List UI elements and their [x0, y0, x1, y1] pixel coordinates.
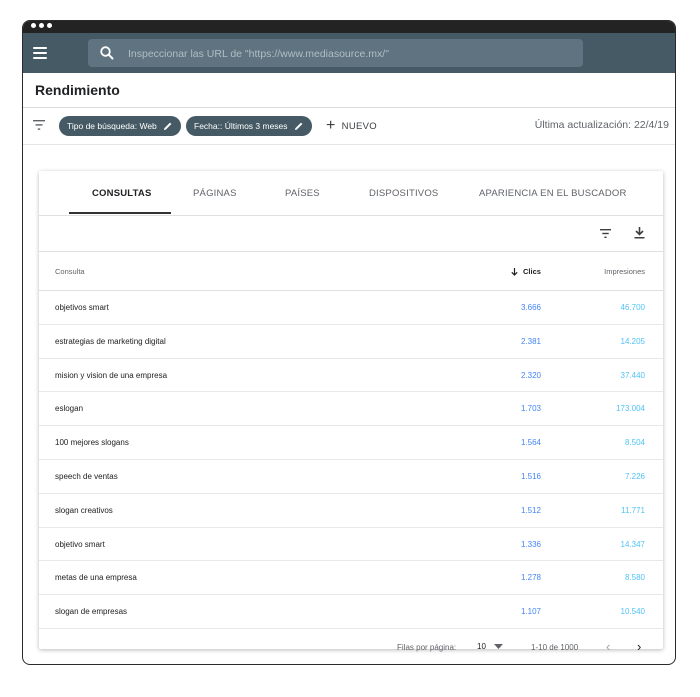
new-filter-label: NUEVO — [341, 120, 377, 132]
table-row[interactable]: eslogan 1.703 173.004 — [39, 392, 663, 427]
impressions-cell: 37.440 — [620, 370, 645, 380]
table-row[interactable]: slogan creativos 1.512 11.771 — [39, 494, 663, 528]
url-inspection-search[interactable] — [88, 39, 583, 69]
chip-label: Tipo de búsqueda: Web — [67, 121, 157, 131]
table-row[interactable]: mision y vision de una empresa 2.320 37.44… — [39, 359, 663, 393]
impressions-cell: 11.771 — [621, 505, 645, 515]
table-row[interactable]: 100 mejores slogans 1.564 8.504 — [39, 426, 663, 460]
window-dot[interactable] — [39, 23, 44, 28]
menu-icon[interactable] — [33, 47, 47, 59]
page-range: 1-10 de 1000 — [531, 642, 579, 652]
clicks-cell: 1.703 — [520, 404, 541, 414]
date-range-chip[interactable]: Fecha:: Últimos 3 meses — [186, 116, 312, 136]
table-header: Consulta Clics Impresiones — [39, 252, 663, 291]
clicks-cell: 2.320 — [520, 370, 541, 380]
last-updated: Última actualización: 22/4/19 — [534, 119, 669, 131]
clicks-cell: 1.278 — [520, 573, 541, 583]
chip-label: Fecha:: Últimos 3 meses — [194, 121, 288, 131]
search-input[interactable] — [126, 39, 570, 69]
impressions-cell: 8.504 — [624, 438, 645, 448]
query-cell: 100 mejores slogans — [55, 438, 129, 448]
search-icon — [100, 46, 114, 60]
plus-icon: + — [326, 117, 336, 134]
column-header-query[interactable]: Consulta — [55, 267, 85, 276]
performance-table-card: CONSULTAS PÁGINAS PAÍSES DISPOSITIVOS AP… — [39, 171, 663, 654]
clicks-cell: 1.512 — [520, 505, 541, 515]
clicks-cell: 2.381 — [520, 336, 541, 346]
table-row[interactable]: slogan de empresas 1.107 10.540 — [39, 595, 663, 629]
pencil-icon — [163, 122, 172, 130]
impressions-cell: 173.004 — [616, 404, 645, 414]
new-filter-button[interactable]: + NUEVO — [326, 116, 377, 136]
query-cell: slogan de empresas — [55, 607, 128, 617]
download-icon[interactable] — [634, 227, 645, 239]
tab-search-appearance[interactable]: APARIENCIA EN EL BUSCADOR — [479, 188, 627, 199]
column-header-impressions[interactable]: Impresiones — [604, 267, 645, 276]
table-toolbar — [39, 216, 663, 252]
rows-per-page-select[interactable]: 10 — [477, 642, 503, 651]
query-cell: slogan creativos — [55, 505, 113, 515]
filter-bar: Tipo de búsqueda: Web Fecha:: Últimos 3 … — [23, 108, 675, 145]
dimension-tabs: CONSULTAS PÁGINAS PAÍSES DISPOSITIVOS AP… — [39, 171, 663, 216]
impressions-cell: 7.226 — [624, 471, 645, 481]
impressions-cell: 10.540 — [620, 607, 645, 617]
impressions-cell: 14.205 — [620, 336, 645, 346]
impressions-cell: 8.580 — [624, 573, 645, 583]
clicks-cell: 1.107 — [520, 607, 541, 617]
impressions-cell: 46.700 — [620, 303, 645, 312]
tab-countries[interactable]: PAÍSES — [285, 188, 320, 199]
window-controls — [31, 23, 52, 28]
table-row[interactable]: speech de ventas 1.516 7.226 — [39, 460, 663, 494]
clicks-cell: 1.564 — [520, 438, 541, 448]
previous-page-icon[interactable]: ‹ — [606, 639, 610, 654]
pencil-icon — [294, 122, 302, 130]
table-row[interactable]: metas de una empresa 1.278 8.580 — [39, 561, 663, 596]
query-cell: objetivo smart — [55, 539, 105, 549]
search-type-chip[interactable]: Tipo de búsqueda: Web — [59, 116, 181, 136]
clicks-cell: 1.336 — [520, 539, 541, 549]
filter-rows-icon[interactable] — [600, 229, 611, 238]
table-row[interactable]: objetivo smart 1.336 14.347 — [39, 528, 663, 562]
impressions-cell: 14.347 — [620, 539, 645, 549]
sort-down-arrow-icon — [511, 267, 518, 276]
app-topbar — [23, 33, 675, 73]
next-page-icon[interactable]: › — [637, 639, 641, 654]
rows-per-page-label: Filas por página: — [397, 642, 457, 652]
column-header-clicks-label: Clics — [523, 267, 541, 276]
tab-pages[interactable]: PÁGINAS — [193, 188, 237, 199]
clicks-cell: 1.516 — [520, 471, 541, 481]
page-title: Rendimiento — [35, 82, 120, 98]
window-dot[interactable] — [31, 23, 36, 28]
query-cell: eslogan — [55, 404, 84, 414]
column-header-clicks[interactable]: Clics — [511, 267, 541, 276]
window-titlebar — [23, 21, 675, 33]
browser-window: Rendimiento Tipo de búsqueda: Web Fecha:… — [22, 20, 676, 665]
dropdown-arrow-icon — [493, 643, 503, 649]
query-cell: estrategias de marketing digital — [55, 336, 166, 346]
table-body: objetivos smart 3.666 46.700 estrategias de… — [39, 291, 663, 629]
query-cell: metas de una empresa — [55, 573, 137, 583]
query-cell: mision y vision de una empresa — [55, 370, 168, 380]
filter-icon[interactable] — [33, 120, 45, 130]
tab-queries[interactable]: CONSULTAS — [92, 188, 152, 199]
table-row[interactable]: estrategias de marketing digital 2.381 14.… — [39, 325, 663, 359]
pagination-bar: Filas por página: 10 1-10 de 1000 ‹ › — [39, 629, 663, 664]
rows-per-page-value: 10 — [477, 641, 486, 651]
clicks-cell: 3.666 — [520, 303, 541, 312]
tab-devices[interactable]: DISPOSITIVOS — [369, 188, 438, 199]
query-cell: objetivos smart — [55, 303, 109, 312]
table-row[interactable]: objetivos smart 3.666 46.700 — [39, 291, 663, 325]
page-header: Rendimiento — [23, 73, 675, 108]
active-tab-indicator — [69, 212, 171, 214]
query-cell: speech de ventas — [55, 471, 118, 481]
window-dot[interactable] — [47, 23, 52, 28]
